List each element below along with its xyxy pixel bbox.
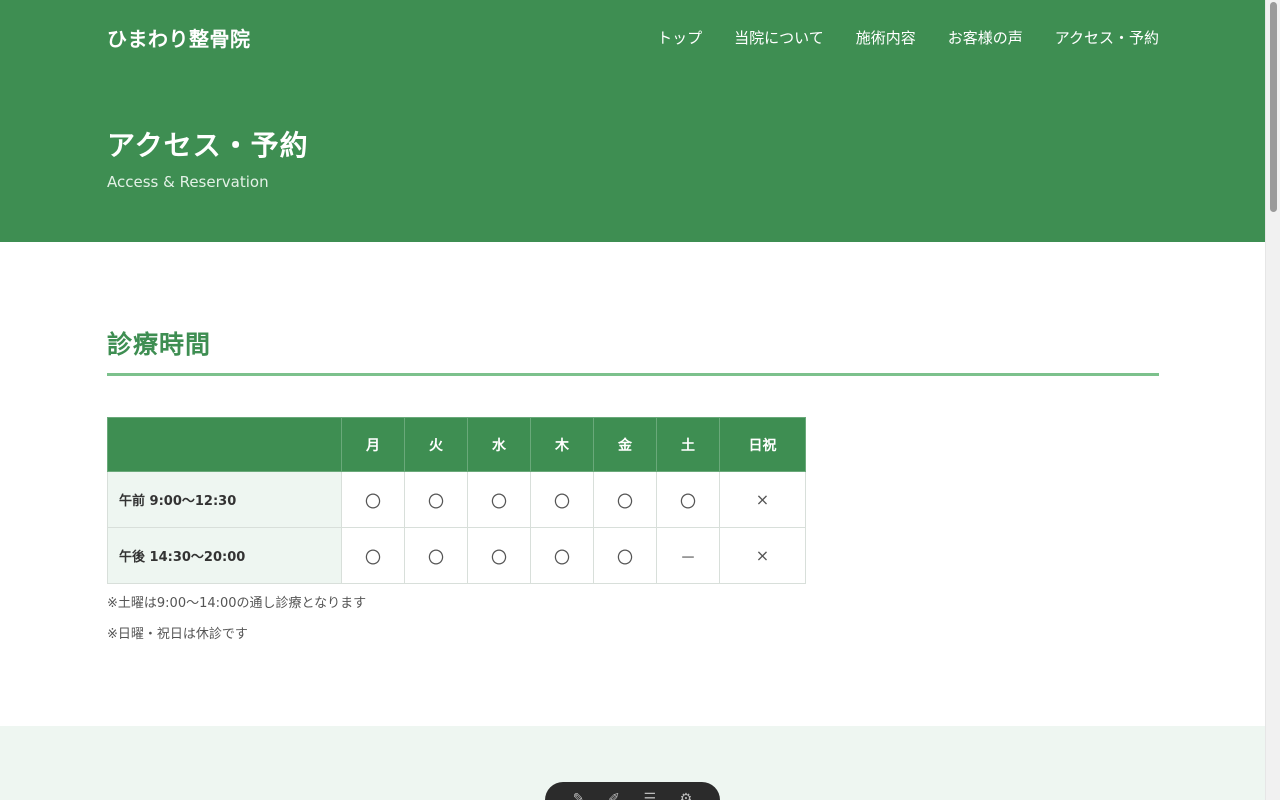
cell-afternoon-sun-holiday: × — [719, 527, 806, 584]
header-cell-thu: 木 — [530, 417, 594, 472]
nav-item-testimonials[interactable]: お客様の声 — [948, 27, 1023, 48]
cell-morning-wed: 〇 — [467, 471, 531, 528]
header-cell-empty — [107, 417, 342, 472]
next-section: ✎ ✐ ☰ ⚙ — [0, 726, 1265, 800]
nav-item-about[interactable]: 当院について — [734, 27, 824, 48]
note-saturday: ※土曜は9:00〜14:00の通し診療となります — [107, 596, 367, 611]
cell-afternoon-thu: 〇 — [530, 527, 594, 584]
hours-notes: ※土曜は9:00〜14:00の通し診療となります ※日曜・祝日は休診です — [107, 595, 366, 657]
row-label-morning: 午前 9:00〜12:30 — [107, 471, 342, 528]
site-logo[interactable]: ひまわり整骨院 — [107, 23, 251, 52]
cell-afternoon-tue: 〇 — [404, 527, 468, 584]
header-cell-sun-holiday: 日祝 — [719, 417, 806, 472]
page-subtitle: Access & Reservation — [107, 173, 269, 191]
note-closed-days: ※日曜・祝日は休診です — [107, 627, 248, 642]
page-scrollbar[interactable] — [1265, 0, 1280, 800]
section-divider — [107, 373, 1159, 376]
cell-morning-sat: 〇 — [656, 471, 720, 528]
hero-header: ひまわり整骨院 トップ 当院について 施術内容 お客様の声 アクセス・予約 アク… — [0, 0, 1265, 242]
row-label-afternoon: 午後 14:30〜20:00 — [107, 527, 342, 584]
header-cell-wed: 水 — [467, 417, 531, 472]
cell-morning-sun-holiday: × — [719, 471, 806, 528]
hours-table: 月 火 水 木 金 土 日祝 午前 9:00〜12:30 〇 〇 〇 〇 〇 〇… — [107, 417, 806, 584]
table-row-morning: 午前 9:00〜12:30 〇 〇 〇 〇 〇 〇 × — [107, 471, 806, 528]
menu-icon[interactable]: ☰ — [643, 792, 656, 800]
cell-afternoon-fri: 〇 — [593, 527, 657, 584]
cell-afternoon-wed: 〇 — [467, 527, 531, 584]
floating-toolbar: ✎ ✐ ☰ ⚙ — [545, 782, 720, 800]
header-cell-mon: 月 — [341, 417, 405, 472]
section-title-hours: 診療時間 — [107, 330, 212, 359]
header-cell-fri: 金 — [593, 417, 657, 472]
top-bar: ひまわり整骨院 トップ 当院について 施術内容 お客様の声 アクセス・予約 — [107, 22, 1159, 52]
cell-morning-fri: 〇 — [593, 471, 657, 528]
page-title: アクセス・予約 — [107, 129, 309, 162]
hours-header-row: 月 火 水 木 金 土 日祝 — [107, 417, 806, 472]
main-nav: トップ 当院について 施術内容 お客様の声 アクセス・予約 — [625, 27, 1159, 48]
table-row-afternoon: 午後 14:30〜20:00 〇 〇 〇 〇 〇 － × — [107, 527, 806, 584]
scrollbar-thumb[interactable] — [1270, 2, 1277, 212]
header-cell-tue: 火 — [404, 417, 468, 472]
cell-morning-thu: 〇 — [530, 471, 594, 528]
cell-afternoon-sat: － — [656, 527, 720, 584]
nav-item-top[interactable]: トップ — [657, 27, 702, 48]
cell-morning-tue: 〇 — [404, 471, 468, 528]
gear-icon[interactable]: ⚙ — [680, 792, 693, 800]
cell-morning-mon: 〇 — [341, 471, 405, 528]
header-cell-sat: 土 — [656, 417, 720, 472]
nav-item-treatments[interactable]: 施術内容 — [856, 27, 916, 48]
nav-item-access[interactable]: アクセス・予約 — [1055, 27, 1159, 48]
page: ひまわり整骨院 トップ 当院について 施術内容 お客様の声 アクセス・予約 アク… — [0, 0, 1265, 800]
cell-afternoon-mon: 〇 — [341, 527, 405, 584]
pen-icon[interactable]: ✎ — [573, 792, 585, 800]
highlighter-icon[interactable]: ✐ — [608, 792, 620, 800]
